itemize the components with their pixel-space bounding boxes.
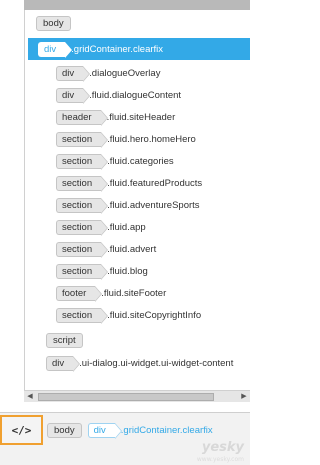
tag-label: section [56, 197, 109, 214]
class-label: .gridContainer.clearfix [71, 43, 164, 55]
tree-node-sitecopyrightinfo[interactable]: section .fluid.siteCopyrightInfo [56, 304, 250, 326]
class-label: .fluid.blog [107, 265, 148, 277]
horizontal-scrollbar[interactable]: ◀ ▶ [24, 390, 250, 402]
tag-label: div [46, 355, 81, 372]
code-icon: </> [11, 423, 32, 437]
tag-label: div [56, 87, 91, 104]
watermark-logo: yesky [201, 440, 244, 455]
tag-label: section [56, 241, 109, 258]
breadcrumb-item-div[interactable]: div [87, 422, 122, 439]
tree-node-ui-dialog[interactable]: div .ui-dialog.ui-widget.ui-widget-conte… [46, 352, 250, 374]
tree-node-dialogueoverlay[interactable]: div .dialogueOverlay [56, 62, 250, 84]
tree-node-dialoguecontent[interactable]: div .fluid.dialogueContent [56, 84, 250, 106]
class-label: .fluid.app [107, 221, 146, 233]
watermark-url: www.yesky.com [196, 456, 244, 463]
tree-node-categories[interactable]: section .fluid.categories [56, 150, 250, 172]
tag-label: body [47, 422, 82, 438]
class-label: .fluid.hero.homeHero [107, 133, 196, 145]
class-label: .fluid.siteFooter [101, 287, 167, 299]
tag-label: div [38, 41, 73, 58]
scroll-left-icon[interactable]: ◀ [24, 392, 36, 402]
class-label: .fluid.featuredProducts [107, 177, 203, 189]
breadcrumb: body div .gridContainer.clearfix [47, 422, 213, 439]
tree-node-blog[interactable]: section .fluid.blog [56, 260, 250, 282]
tree-node-siteheader[interactable]: header .fluid.siteHeader [56, 106, 250, 128]
panel-top-bar [24, 0, 250, 10]
tag-label: script [46, 332, 83, 348]
class-label: .fluid.adventureSports [107, 199, 200, 211]
class-label: .fluid.advert [107, 243, 157, 255]
class-label: .fluid.siteHeader [106, 111, 176, 123]
tag-label: section [56, 263, 109, 280]
tag-selector-bar: </> body div .gridContainer.clearfix yes… [0, 412, 250, 465]
tree-node-gridcontainer[interactable]: div .gridContainer.clearfix [28, 38, 250, 60]
tree-node-adventuresports[interactable]: section .fluid.adventureSports [56, 194, 250, 216]
class-label: .fluid.dialogueContent [89, 89, 182, 101]
tree-node-body[interactable]: body [36, 12, 250, 34]
dom-tree[interactable]: body div .gridContainer.clearfix div .di… [28, 12, 250, 390]
breadcrumb-item-body[interactable]: body [47, 422, 82, 438]
scrollbar-thumb[interactable] [38, 393, 214, 401]
class-label: .dialogueOverlay [89, 67, 161, 79]
code-view-toggle-button[interactable]: </> [0, 415, 43, 445]
panel-spacer [0, 402, 250, 412]
tree-node-sitefooter[interactable]: footer .fluid.siteFooter [56, 282, 250, 304]
tree-node-featuredproducts[interactable]: section .fluid.featuredProducts [56, 172, 250, 194]
tag-label: section [56, 131, 109, 148]
tag-label: div [87, 422, 122, 439]
tag-label: section [56, 175, 109, 192]
tag-label: body [36, 15, 71, 31]
tag-label: section [56, 219, 109, 236]
class-label: .fluid.categories [107, 155, 174, 167]
tag-label: section [56, 307, 109, 324]
class-label: .fluid.siteCopyrightInfo [107, 309, 202, 321]
breadcrumb-class-label[interactable]: .gridContainer.clearfix [121, 425, 213, 436]
tree-node-app[interactable]: section .fluid.app [56, 216, 250, 238]
tag-label: header [56, 109, 108, 126]
tree-node-homehero[interactable]: section .fluid.hero.homeHero [56, 128, 250, 150]
tree-node-script[interactable]: script [46, 329, 250, 351]
tag-label: section [56, 153, 109, 170]
tree-node-advert[interactable]: section .fluid.advert [56, 238, 250, 260]
scroll-right-icon[interactable]: ▶ [238, 392, 250, 402]
class-label: .ui-dialog.ui-widget.ui-widget-content [79, 357, 234, 369]
tag-label: div [56, 65, 91, 82]
tag-label: footer [56, 285, 103, 302]
dom-panel: body div .gridContainer.clearfix div .di… [0, 0, 250, 465]
